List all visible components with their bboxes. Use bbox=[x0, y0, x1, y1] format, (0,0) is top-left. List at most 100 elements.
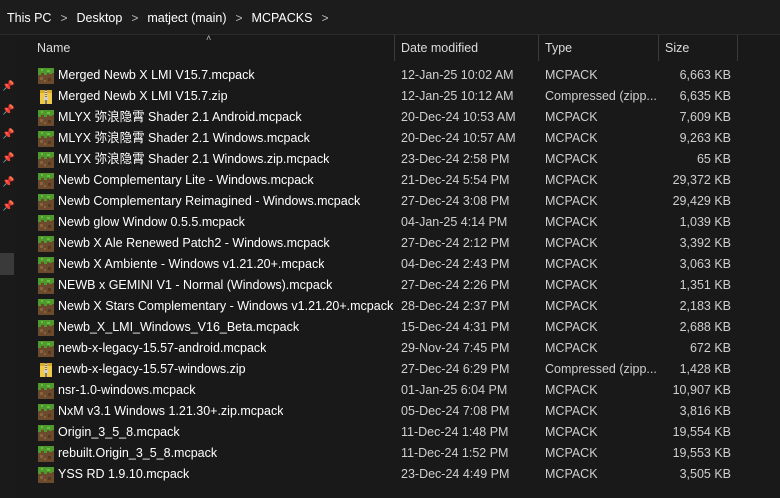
file-type: MCPACK bbox=[545, 215, 598, 229]
pin-icon[interactable]: 📌 bbox=[2, 129, 14, 141]
file-row[interactable]: newb-x-legacy-15.57-android.mcpack 29-Nov… bbox=[20, 338, 778, 359]
file-row[interactable]: MLYX 弥浪隐霄 Shader 2.1 Android.mcpack 20-De… bbox=[20, 107, 778, 128]
file-row[interactable]: Merged Newb X LMI V15.7.mcpack 12-Jan-25 … bbox=[20, 65, 778, 86]
file-name-cell[interactable]: Merged Newb X LMI V15.7.mcpack bbox=[38, 65, 394, 86]
mcpack-icon bbox=[38, 67, 54, 84]
mcpack-icon bbox=[38, 172, 54, 189]
mcpack-icon bbox=[38, 319, 54, 336]
file-row[interactable]: rebuilt.Origin_3_5_8.mcpack 11-Dec-24 1:5… bbox=[20, 443, 778, 464]
file-name-cell[interactable]: nsr-1.0-windows.mcpack bbox=[38, 380, 394, 401]
file-list-pane: Name ˄ Date modified Type Size Merged Ne… bbox=[20, 33, 778, 498]
column-header-name[interactable]: Name bbox=[31, 35, 394, 61]
pin-icon[interactable]: 📌 bbox=[2, 81, 14, 93]
breadcrumb-this-pc[interactable]: This PC bbox=[4, 11, 54, 25]
zip-icon bbox=[38, 362, 54, 378]
chevron-right-icon[interactable]: > bbox=[125, 11, 144, 25]
navigation-pane-edge: 📌 📌 📌 📌 📌 📌 bbox=[0, 35, 16, 498]
file-row[interactable]: Origin_3_5_8.mcpack 11-Dec-24 1:48 PM MCPA… bbox=[20, 422, 778, 443]
file-size: 3,816 KB bbox=[679, 404, 731, 418]
pin-icon[interactable]: 📌 bbox=[2, 105, 14, 117]
pin-icon[interactable]: 📌 bbox=[2, 153, 14, 165]
column-header-size[interactable]: Size bbox=[659, 35, 737, 61]
file-row[interactable]: Newb Complementary Lite - Windows.mcpack… bbox=[20, 170, 778, 191]
file-size: 6,635 KB bbox=[679, 89, 731, 103]
file-type: MCPACK bbox=[545, 383, 598, 397]
file-row[interactable]: NxM v3.1 Windows 1.21.30+.zip.mcpack 05-D… bbox=[20, 401, 778, 422]
file-row[interactable]: Newb X Ambiente - Windows v1.21.20+.mcpa… bbox=[20, 254, 778, 275]
pin-icon[interactable]: 📌 bbox=[2, 201, 14, 213]
file-name-cell[interactable]: Newb Complementary Lite - Windows.mcpack bbox=[38, 170, 394, 191]
column-header-name-label: Name bbox=[37, 41, 71, 55]
file-type: MCPACK bbox=[545, 467, 598, 481]
file-size: 19,553 KB bbox=[672, 446, 731, 460]
file-name: Newb_X_LMI_Windows_V16_Beta.mcpack bbox=[58, 320, 300, 334]
file-name-cell[interactable]: Origin_3_5_8.mcpack bbox=[38, 422, 394, 443]
column-header-row: Name ˄ Date modified Type Size bbox=[20, 33, 778, 61]
mcpack-icon bbox=[38, 235, 54, 252]
file-row[interactable]: MLYX 弥浪隐霄 Shader 2.1 Windows.zip.mcpack 2… bbox=[20, 149, 778, 170]
file-size: 1,428 KB bbox=[679, 362, 731, 376]
file-name: Newb X Ambiente - Windows v1.21.20+.mcpa… bbox=[58, 257, 325, 271]
file-name-cell[interactable]: MLYX 弥浪隐霄 Shader 2.1 Android.mcpack bbox=[38, 107, 394, 128]
column-divider[interactable] bbox=[737, 35, 738, 61]
file-type: MCPACK bbox=[545, 110, 598, 124]
file-name-cell[interactable]: Newb X Stars Complementary - Windows v1.… bbox=[38, 296, 394, 317]
file-name: Newb X Ale Renewed Patch2 - Windows.mcpa… bbox=[58, 236, 330, 250]
file-row[interactable]: newb-x-legacy-15.57-windows.zip 27-Dec-24… bbox=[20, 359, 778, 380]
file-name-cell[interactable]: Newb glow Window 0.5.5.mcpack bbox=[38, 212, 394, 233]
column-header-date[interactable]: Date modified bbox=[395, 35, 538, 61]
file-type: MCPACK bbox=[545, 152, 598, 166]
file-date: 27-Dec-24 6:29 PM bbox=[401, 362, 510, 376]
file-name-cell[interactable]: Newb X Ale Renewed Patch2 - Windows.mcpa… bbox=[38, 233, 394, 254]
chevron-right-icon[interactable]: > bbox=[315, 11, 334, 25]
mcpack-icon bbox=[38, 382, 54, 399]
file-name-cell[interactable]: MLYX 弥浪隐霄 Shader 2.1 Windows.mcpack bbox=[38, 128, 394, 149]
file-name: Newb Complementary Reimagined - Windows.… bbox=[58, 194, 361, 208]
file-type: Compressed (zipp... bbox=[545, 362, 657, 376]
file-date: 11-Dec-24 1:48 PM bbox=[401, 425, 509, 439]
file-name-cell[interactable]: Merged Newb X LMI V15.7.zip bbox=[38, 86, 394, 107]
file-name: Newb Complementary Lite - Windows.mcpack bbox=[58, 173, 314, 187]
address-bar[interactable]: This PC > Desktop > matject (main) > MCP… bbox=[0, 0, 780, 35]
file-name: NxM v3.1 Windows 1.21.30+.zip.mcpack bbox=[58, 404, 284, 418]
file-name-cell[interactable]: NxM v3.1 Windows 1.21.30+.zip.mcpack bbox=[38, 401, 394, 422]
mcpack-icon bbox=[38, 151, 54, 168]
file-date: 27-Dec-24 3:08 PM bbox=[401, 194, 510, 208]
pin-icon[interactable]: 📌 bbox=[2, 177, 14, 189]
file-name-cell[interactable]: Newb X Ambiente - Windows v1.21.20+.mcpa… bbox=[38, 254, 394, 275]
file-name: Newb X Stars Complementary - Windows v1.… bbox=[58, 299, 394, 313]
file-row[interactable]: Merged Newb X LMI V15.7.zip 12-Jan-25 10:… bbox=[20, 86, 778, 107]
file-type: MCPACK bbox=[545, 131, 598, 145]
file-row[interactable]: NEWB x GEMINI V1 - Normal (Windows).mcpa… bbox=[20, 275, 778, 296]
file-row[interactable]: Newb X Ale Renewed Patch2 - Windows.mcpa… bbox=[20, 233, 778, 254]
selected-nav-marker bbox=[0, 253, 14, 275]
file-date: 11-Dec-24 1:52 PM bbox=[401, 446, 509, 460]
file-name-cell[interactable]: Newb Complementary Reimagined - Windows.… bbox=[38, 191, 394, 212]
breadcrumb-desktop[interactable]: Desktop bbox=[73, 11, 125, 25]
file-row[interactable]: MLYX 弥浪隐霄 Shader 2.1 Windows.mcpack 20-De… bbox=[20, 128, 778, 149]
file-name-cell[interactable]: MLYX 弥浪隐霄 Shader 2.1 Windows.zip.mcpack bbox=[38, 149, 394, 170]
file-row[interactable]: Newb_X_LMI_Windows_V16_Beta.mcpack 15-Dec… bbox=[20, 317, 778, 338]
breadcrumb-mcpacks[interactable]: MCPACKS bbox=[249, 11, 316, 25]
file-row[interactable]: nsr-1.0-windows.mcpack 01-Jan-25 6:04 PM M… bbox=[20, 380, 778, 401]
file-name-cell[interactable]: YSS RD 1.9.10.mcpack bbox=[38, 464, 394, 485]
chevron-right-icon[interactable]: > bbox=[230, 11, 249, 25]
file-row[interactable]: Newb X Stars Complementary - Windows v1.… bbox=[20, 296, 778, 317]
file-row[interactable]: Newb Complementary Reimagined - Windows.… bbox=[20, 191, 778, 212]
file-name-cell[interactable]: newb-x-legacy-15.57-android.mcpack bbox=[38, 338, 394, 359]
file-name-cell[interactable]: Newb_X_LMI_Windows_V16_Beta.mcpack bbox=[38, 317, 394, 338]
file-name-cell[interactable]: rebuilt.Origin_3_5_8.mcpack bbox=[38, 443, 394, 464]
mcpack-icon bbox=[38, 214, 54, 231]
file-size: 1,351 KB bbox=[679, 278, 731, 292]
file-name-cell[interactable]: newb-x-legacy-15.57-windows.zip bbox=[38, 359, 394, 380]
mcpack-icon bbox=[38, 298, 54, 315]
file-date: 23-Dec-24 2:58 PM bbox=[401, 152, 510, 166]
mcpack-icon bbox=[38, 340, 54, 357]
file-row[interactable]: Newb glow Window 0.5.5.mcpack 04-Jan-25 4… bbox=[20, 212, 778, 233]
mcpack-icon bbox=[38, 193, 54, 210]
breadcrumb-matject[interactable]: matject (main) bbox=[144, 11, 229, 25]
file-row[interactable]: YSS RD 1.9.10.mcpack 23-Dec-24 4:49 PM MCP… bbox=[20, 464, 778, 485]
file-name-cell[interactable]: NEWB x GEMINI V1 - Normal (Windows).mcpa… bbox=[38, 275, 394, 296]
column-header-type[interactable]: Type bbox=[539, 35, 658, 61]
chevron-right-icon[interactable]: > bbox=[54, 11, 73, 25]
